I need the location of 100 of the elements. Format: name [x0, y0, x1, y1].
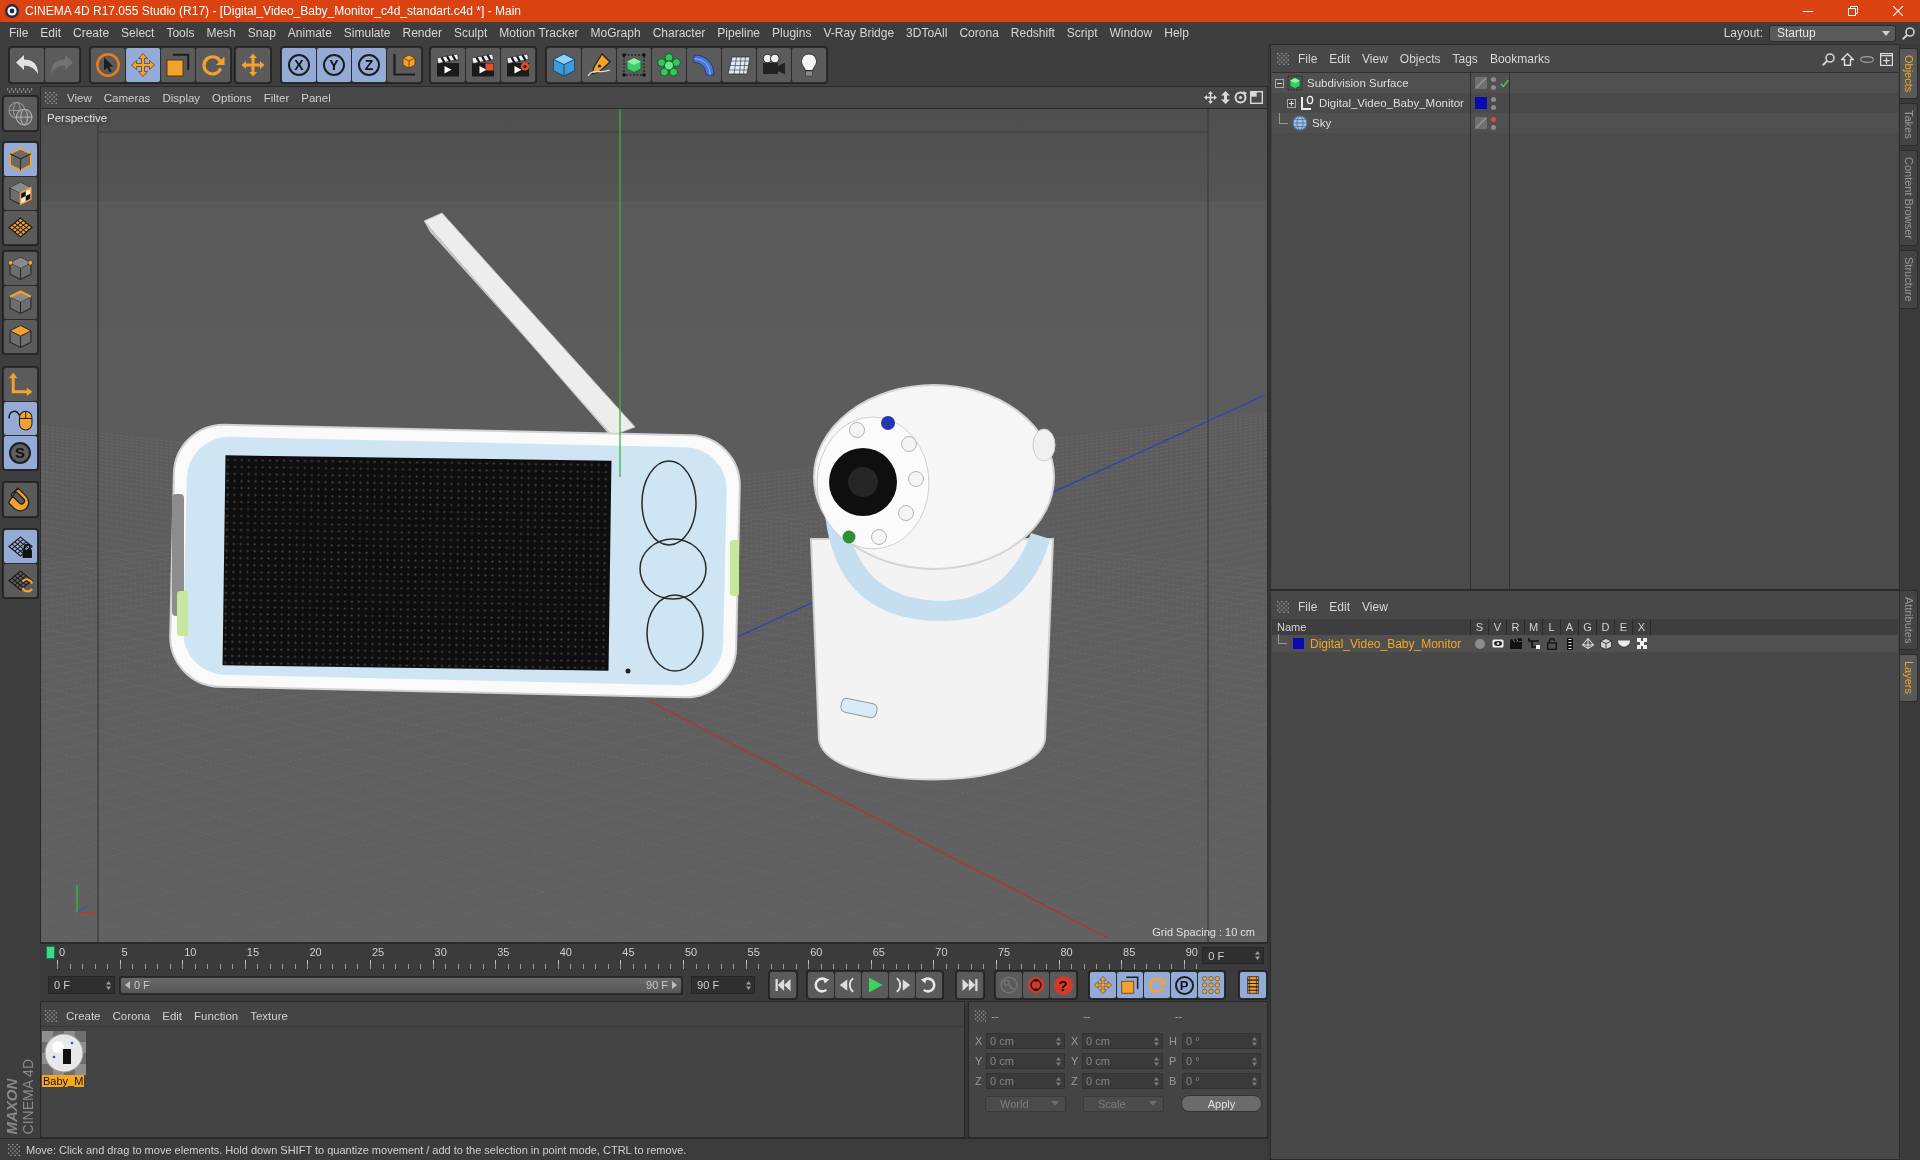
spinner-arrows-icon[interactable]: [1056, 1076, 1061, 1086]
end-frame-field[interactable]: 90 F: [691, 976, 755, 994]
spinner-arrows-icon[interactable]: [1252, 1056, 1257, 1066]
grip-icon[interactable]: [45, 1010, 57, 1022]
spinner-arrows-icon[interactable]: [1056, 1056, 1061, 1066]
object-menu-item[interactable]: Objects: [1399, 52, 1441, 66]
viewport-menu-item[interactable]: Options: [212, 91, 252, 104]
apply-button[interactable]: Apply: [1181, 1095, 1262, 1112]
planar-workplane-button[interactable]: [3, 564, 37, 597]
panel-tab[interactable]: Layers: [1900, 654, 1918, 702]
menu-item[interactable]: Tools: [160, 26, 201, 40]
select-button[interactable]: [91, 48, 125, 82]
eye-icon[interactable]: [1492, 639, 1504, 648]
timeline-ruler[interactable]: 0 5 10 15 20 25 30 35 40 45 50 55 60 65 70 75 80 85 90: [45, 944, 1203, 969]
menu-item[interactable]: Snap: [241, 26, 282, 40]
object-menu-item[interactable]: File: [1298, 52, 1318, 66]
grip-icon[interactable]: [8, 1143, 20, 1156]
next-key-button[interactable]: [916, 972, 942, 998]
undo-button[interactable]: [10, 48, 44, 82]
menu-item[interactable]: Corona: [953, 26, 1005, 40]
material-menu-item[interactable]: Function: [194, 1010, 239, 1022]
spinner-arrows-icon[interactable]: [1252, 1076, 1257, 1086]
material-menu-item[interactable]: Texture: [250, 1010, 288, 1022]
panel-tab[interactable]: Objects: [1900, 48, 1918, 100]
object-name[interactable]: Subdivision Surface: [1307, 77, 1409, 89]
spinner-arrows-icon[interactable]: [105, 980, 111, 990]
scale-button[interactable]: [161, 48, 195, 82]
viewport-menu-item[interactable]: Filter: [263, 91, 290, 104]
material-name[interactable]: Baby_M: [42, 1075, 85, 1087]
key-parameter-button[interactable]: P: [1171, 972, 1197, 998]
film-strip-icon[interactable]: [1567, 637, 1573, 650]
start-frame-field[interactable]: 0 F: [48, 976, 115, 994]
left-arrow-icon[interactable]: [124, 981, 130, 989]
visibility-dot-icon[interactable]: [1491, 124, 1496, 130]
frame-range-bar[interactable]: 0 F 90 F: [120, 977, 682, 993]
menu-item[interactable]: Simulate: [337, 26, 397, 40]
grip-icon[interactable]: [1277, 53, 1289, 65]
menu-item[interactable]: Sculpt: [447, 26, 494, 40]
oval-icon[interactable]: [1860, 55, 1874, 63]
menu-item[interactable]: V-Ray Bridge: [817, 26, 901, 40]
keyframe-selection-button[interactable]: ?: [1050, 972, 1076, 998]
menu-item[interactable]: Mesh: [200, 26, 242, 40]
material-menu-item[interactable]: Create: [66, 1010, 101, 1022]
object-menu-item[interactable]: Edit: [1329, 52, 1351, 66]
texture-button[interactable]: [3, 177, 37, 210]
light-button[interactable]: [792, 48, 826, 82]
panel-tab[interactable]: Takes: [1900, 103, 1918, 147]
polygons-button[interactable]: [3, 320, 37, 353]
lock-workplane-button[interactable]: [3, 530, 37, 563]
floor-button[interactable]: [722, 48, 756, 82]
menu-item[interactable]: Plugins: [766, 26, 818, 40]
grip-icon[interactable]: [7, 88, 33, 93]
viewport-menu-item[interactable]: View: [67, 91, 92, 104]
render-picture-viewer-button[interactable]: [466, 48, 500, 82]
menu-item[interactable]: Pipeline: [711, 26, 767, 40]
pyramid-icon[interactable]: [1582, 638, 1594, 649]
layout-dropdown[interactable]: Startup: [1769, 24, 1896, 42]
panel-tab[interactable]: Attributes: [1900, 590, 1918, 651]
orbit-icon[interactable]: [1234, 91, 1247, 104]
menu-item[interactable]: Edit: [34, 26, 68, 40]
menu-item[interactable]: Render: [396, 26, 448, 40]
xref-icon[interactable]: [1637, 638, 1647, 649]
search-icon[interactable]: [1902, 26, 1915, 40]
menu-item[interactable]: Create: [67, 26, 116, 40]
panel-tab[interactable]: Structure: [1900, 250, 1918, 309]
pan-arrows-icon[interactable]: [1204, 91, 1217, 104]
model-button[interactable]: [3, 143, 37, 176]
material-menu-item[interactable]: Corona: [112, 1010, 151, 1022]
zoom-arrows-icon[interactable]: [1220, 91, 1231, 104]
workplane-button[interactable]: [3, 211, 37, 244]
menu-item[interactable]: Character: [646, 26, 712, 40]
object-name[interactable]: Sky: [1312, 117, 1332, 129]
render-settings-button[interactable]: [501, 48, 535, 82]
menu-item[interactable]: Window: [1103, 26, 1159, 40]
subdivision-button[interactable]: [617, 48, 651, 82]
layer-menu-item[interactable]: Edit: [1329, 600, 1351, 614]
viewport-menu-item[interactable]: Panel: [301, 91, 331, 104]
home-icon[interactable]: [1841, 52, 1854, 66]
menu-item[interactable]: 3DToAll: [900, 26, 954, 40]
visibility-dot-icon[interactable]: [1491, 76, 1496, 82]
viewport-menu-item[interactable]: Display: [162, 91, 201, 104]
tweak-button[interactable]: [3, 402, 37, 435]
viewport-menu-item[interactable]: Cameras: [103, 91, 151, 104]
material-menu-item[interactable]: Edit: [162, 1010, 183, 1022]
points-button[interactable]: [3, 252, 37, 285]
solo-dot-icon[interactable]: [1475, 638, 1485, 649]
prev-key-button[interactable]: [808, 972, 834, 998]
bowl-icon[interactable]: [1618, 640, 1630, 647]
edges-button[interactable]: [3, 286, 37, 319]
camera-button[interactable]: [757, 48, 791, 82]
current-frame-field[interactable]: 0 F: [1202, 947, 1264, 964]
spinner-arrows-icon[interactable]: [1056, 1036, 1061, 1046]
axis-button[interactable]: X: [282, 48, 316, 82]
panel-tab[interactable]: Content Browser: [1900, 150, 1918, 246]
spinner-arrows-icon[interactable]: [1154, 1076, 1159, 1086]
hierarchy-icon[interactable]: [1528, 638, 1540, 649]
menu-item[interactable]: Script: [1060, 26, 1104, 40]
spinner-arrows-icon[interactable]: [1154, 1036, 1159, 1046]
play-button[interactable]: [862, 972, 888, 998]
checkmark-icon[interactable]: [1500, 78, 1509, 88]
